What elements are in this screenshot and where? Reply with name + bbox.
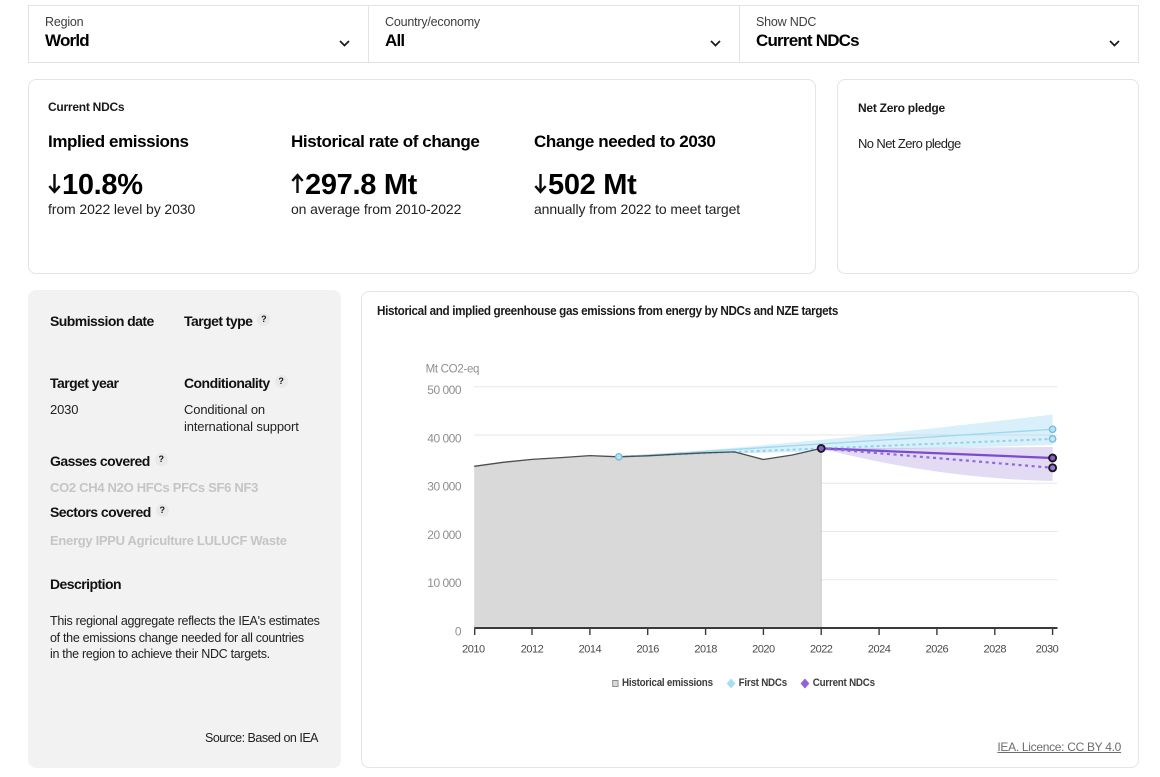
svg-text:2024: 2024 <box>868 643 891 655</box>
svg-text:2028: 2028 <box>984 643 1007 655</box>
svg-text:40 000: 40 000 <box>427 432 462 446</box>
svg-text:2012: 2012 <box>521 643 544 655</box>
svg-text:2016: 2016 <box>636 643 659 655</box>
svg-text:2010: 2010 <box>462 643 485 655</box>
svg-text:30 000: 30 000 <box>427 480 462 494</box>
svg-text:0: 0 <box>455 625 462 639</box>
svg-text:2022: 2022 <box>810 643 833 655</box>
svg-text:Mt CO2-eq: Mt CO2-eq <box>426 364 480 376</box>
svg-text:50 000: 50 000 <box>427 383 462 397</box>
svg-text:20 000: 20 000 <box>427 528 462 542</box>
svg-text:2014: 2014 <box>579 643 602 655</box>
svg-text:2026: 2026 <box>926 643 949 655</box>
svg-text:2018: 2018 <box>694 643 717 655</box>
svg-text:10 000: 10 000 <box>427 576 462 590</box>
svg-text:2030: 2030 <box>1036 643 1059 655</box>
svg-text:2020: 2020 <box>752 643 775 655</box>
